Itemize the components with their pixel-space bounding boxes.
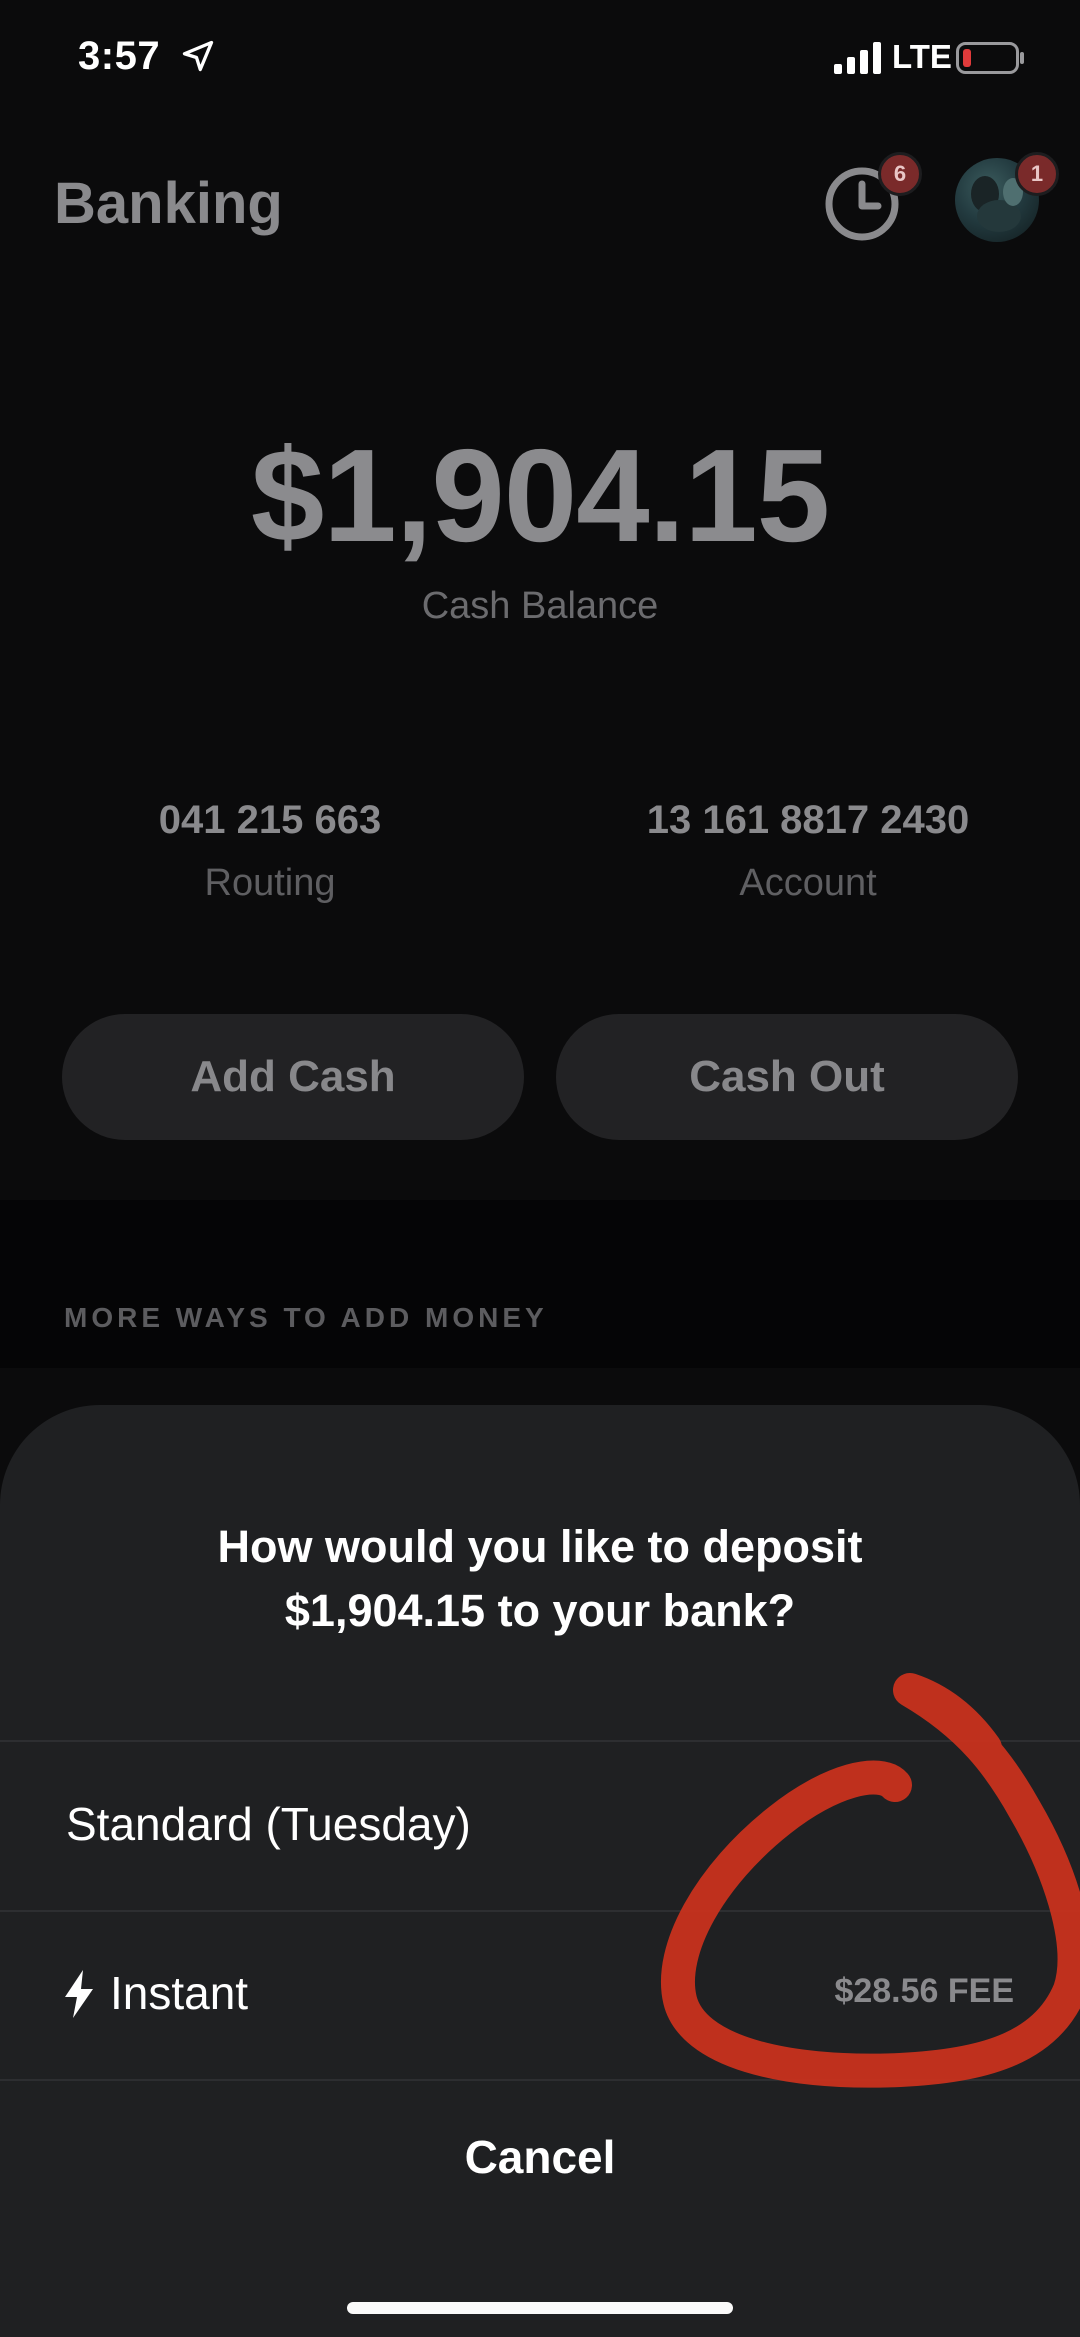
battery-icon — [956, 42, 1024, 74]
home-indicator[interactable] — [347, 2302, 733, 2314]
page-title: Banking — [54, 171, 283, 236]
location-arrow-icon — [182, 40, 214, 72]
routing-label: Routing — [204, 862, 336, 904]
section-band — [0, 1200, 1080, 1368]
cash-balance-label: Cash Balance — [421, 585, 659, 627]
cash-balance-amount: $1,904.15 — [250, 422, 830, 569]
sheet-title-line1: How would you like to deposit — [217, 1521, 863, 1572]
divider — [0, 2079, 1080, 2081]
account-number[interactable]: 13 161 8817 2430 — [558, 798, 1058, 843]
standard-option-label: Standard (Tuesday) — [66, 1798, 471, 1850]
avatar-badge: 1 — [1015, 152, 1059, 196]
sheet-title: How would you like to deposit $1,904.15 … — [0, 1515, 1080, 1643]
cancel-button[interactable]: Cancel — [0, 2130, 1080, 2184]
network-type: LTE — [892, 38, 952, 75]
account-label: Account — [739, 862, 877, 904]
instant-fee: $28.56 FEE — [834, 1972, 1014, 2010]
sheet-title-line2: $1,904.15 to your bank? — [284, 1585, 796, 1636]
status-bar: 3:57 LTE — [0, 0, 1080, 120]
routing-number[interactable]: 041 215 663 — [20, 798, 520, 843]
cash-out-button[interactable]: Cash Out — [556, 1014, 1018, 1140]
activity-badge: 6 — [878, 152, 922, 196]
lightning-bolt-icon — [65, 1970, 93, 2018]
status-time: 3:57 — [78, 34, 161, 78]
section-title: MORE WAYS TO ADD MONEY — [64, 1302, 548, 1333]
instant-option-label: Instant — [110, 1967, 249, 2019]
signal-icon — [834, 42, 881, 74]
add-cash-button[interactable]: Add Cash — [62, 1014, 524, 1140]
